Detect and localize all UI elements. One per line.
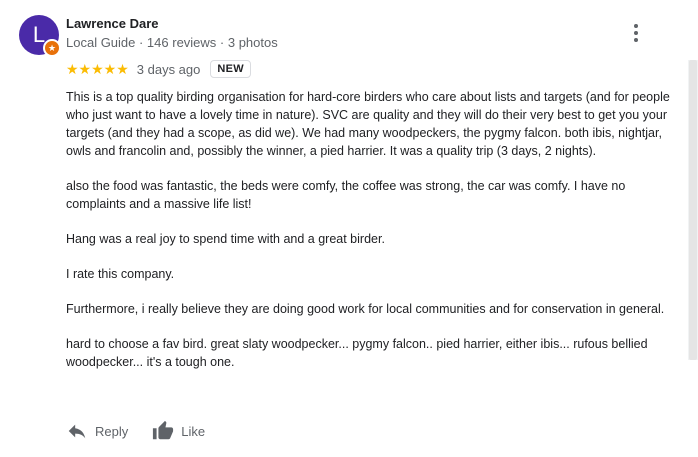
like-button[interactable]: Like [152, 420, 205, 442]
review-paragraph: This is a top quality birding organisati… [66, 90, 670, 158]
reviewer-meta[interactable]: Local Guide · 146 reviews · 3 photos [66, 35, 278, 50]
scrollbar-thumb[interactable] [689, 60, 697, 360]
review-text: This is a top quality birding organisati… [66, 88, 674, 388]
reply-icon [68, 424, 86, 439]
star-rating: ★★★★★ [66, 60, 129, 77]
review-paragraph: Furthermore, i really believe they are d… [66, 302, 665, 316]
review-paragraph: Hang was a real joy to spend time with a… [66, 232, 385, 246]
reply-button[interactable]: Reply [66, 420, 128, 442]
review-actions: Reply Like [66, 420, 205, 442]
new-badge: NEW [210, 60, 251, 78]
review-paragraph: also the food was fantastic, the beds we… [66, 179, 626, 211]
local-guide-badge-icon: ★ [43, 39, 61, 57]
more-options-icon[interactable] [628, 22, 644, 44]
scrollbar[interactable] [688, 60, 698, 360]
review-paragraph: I rate this company. [66, 267, 175, 281]
review-date: 3 days ago [136, 61, 201, 77]
thumbs-up-icon [153, 420, 174, 440]
rating-row: ★★★★★ 3 days ago NEW [66, 58, 251, 80]
reviewer-name[interactable]: Lawrence Dare [66, 16, 159, 31]
like-label: Like [181, 423, 206, 439]
review-paragraph: hard to choose a fav bird. great slaty w… [66, 337, 648, 369]
reply-label: Reply [95, 423, 129, 439]
